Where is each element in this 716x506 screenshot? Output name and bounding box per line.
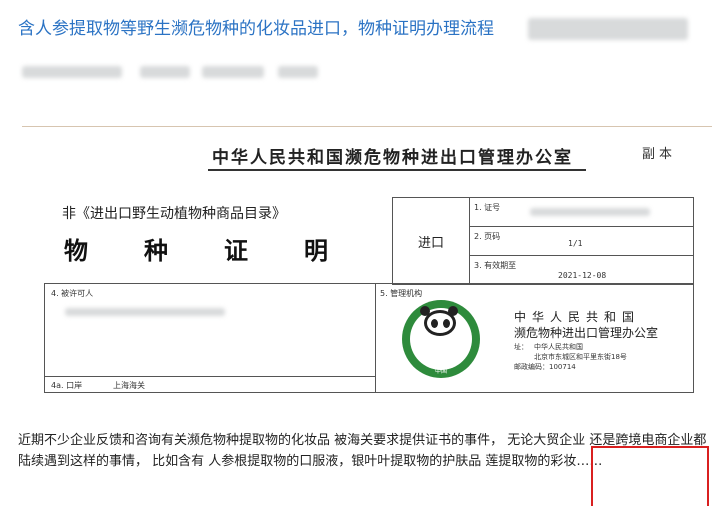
certificate-image: 中华人民共和国濒危物种进出口管理办公室 副本 非《进出口野生动植物种商品目录》 … (22, 126, 712, 395)
blurred-meta-3 (202, 66, 264, 78)
copy-label: 副本 (641, 147, 676, 162)
field-label: 3. 有效期至 (474, 261, 517, 270)
blurred-title-suffix (528, 18, 688, 40)
field-label: 1. 证号 (474, 203, 501, 212)
cites-logo-cn: 中国 (434, 368, 447, 375)
direction-cell: 进口 (393, 198, 470, 284)
org-name-line2: 濒危物种进出口管理办公室 (514, 326, 659, 340)
cites-logo: CITES 中国 (402, 300, 480, 378)
catalog-line: 非《进出口野生动植物种商品目录》 (62, 206, 286, 222)
blurred-meta-2 (140, 66, 190, 78)
field-value: 1/1 (568, 239, 583, 248)
article-title: 含人参提取物等野生濒危物种的化妆品进口，物种证明办理流程 (18, 19, 494, 39)
org-address-line1: 中华人民共和国 (534, 343, 583, 351)
field-label: 4. 被许可人 (51, 289, 94, 298)
org-name-line1: 中华人民共和国 (514, 310, 641, 324)
panda-eye-left (431, 319, 438, 328)
certificate-field-table: 进口 1. 证号 2. 页码 1/1 3. 有效期至 2021-12-08 (392, 197, 694, 285)
org-address-label: 址： (514, 343, 528, 351)
field-label: 5. 管理机构 (380, 289, 423, 298)
office-title-underline (208, 169, 586, 171)
licensee-cell: 4. 被许可人 (45, 284, 376, 376)
blurred-licensee (65, 308, 225, 316)
panda-eye-right (443, 319, 450, 328)
office-title: 中华人民共和国濒危物种进出口管理办公室 (212, 148, 573, 168)
field-certificate-number: 1. 证号 (470, 198, 693, 227)
certificate-bottom-box: 4. 被许可人 4a. 口岸 上海海关 5. 管理机构 CITES 中国 中华人… (44, 283, 694, 393)
blurred-meta-4 (278, 66, 318, 78)
field-page-number: 2. 页码 1/1 (470, 227, 693, 256)
port-row: 4a. 口岸 上海海关 (45, 376, 376, 393)
management-cell: 5. 管理机构 CITES 中国 中华人民共和国 濒危物种进出口管理办公室 址：… (376, 284, 693, 392)
field-label: 4a. 口岸 (51, 381, 83, 390)
blurred-meta-1 (22, 66, 122, 78)
field-value: 2021-12-08 (558, 271, 607, 280)
highlight-box (591, 446, 709, 506)
certificate-name: 物种证明 (64, 236, 384, 265)
panda-head (424, 310, 456, 336)
org-postcode: 邮政编码：100714 (514, 363, 576, 371)
org-address-line2: 北京市东城区和平里东街18号 (534, 353, 627, 361)
blurred-cert-number (530, 208, 650, 216)
field-valid-until: 3. 有效期至 2021-12-08 (470, 256, 693, 284)
field-value: 上海海关 (113, 381, 145, 390)
field-label: 2. 页码 (474, 232, 501, 241)
